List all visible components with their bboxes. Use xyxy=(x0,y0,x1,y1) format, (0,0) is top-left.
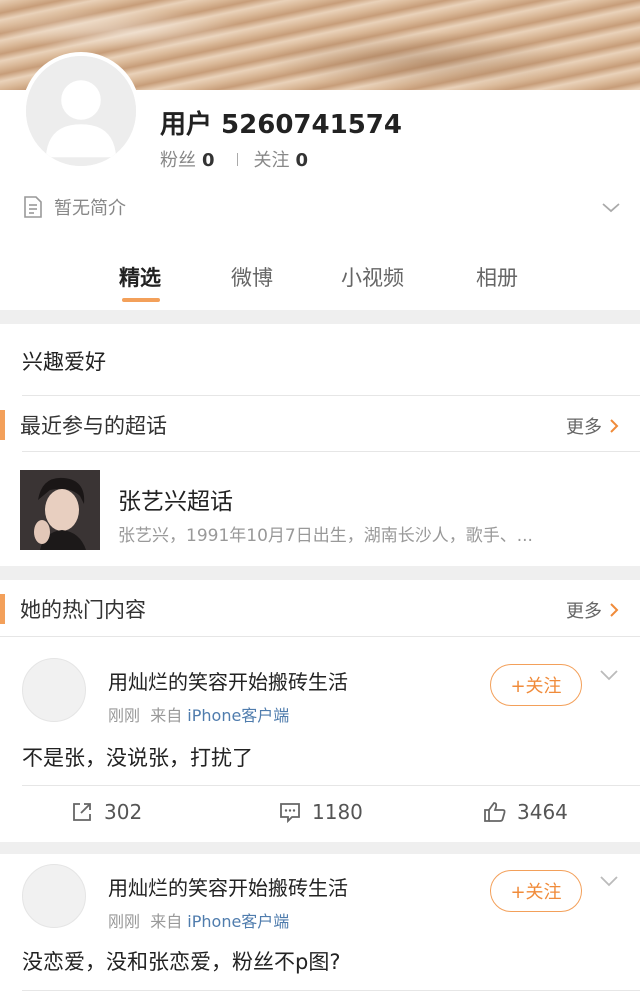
post-meta: 刚刚 来自 iPhone客户端 xyxy=(108,702,289,726)
divider-line xyxy=(22,990,640,991)
post-from-label: 来自 xyxy=(150,912,183,931)
post-meta: 刚刚 来自 iPhone客户端 xyxy=(108,908,289,932)
post-text[interactable]: 不是张，没说张，打扰了 xyxy=(22,742,253,772)
post-author-avatar[interactable] xyxy=(22,658,86,722)
divider-line xyxy=(22,451,640,452)
following-label: 关注 xyxy=(253,150,290,171)
bio-row[interactable]: 暂无简介 xyxy=(22,192,622,222)
document-icon xyxy=(24,196,42,218)
divider-line xyxy=(0,636,640,637)
more-label: 更多 xyxy=(566,601,602,622)
profile-username: 用户 5260741574 xyxy=(160,110,402,140)
interests-title: 兴趣爱好 xyxy=(22,350,106,374)
post-source[interactable]: iPhone客户端 xyxy=(187,912,289,931)
post-author-name[interactable]: 用灿烂的笑容开始搬砖生活 xyxy=(108,666,348,695)
repost-count: 302 xyxy=(104,800,143,824)
tab-weibo[interactable]: 微博 xyxy=(231,262,273,292)
chevron-down-icon[interactable] xyxy=(598,874,620,888)
super-topics-more-link[interactable]: 更多 xyxy=(566,413,620,439)
chevron-right-icon xyxy=(610,603,619,617)
profile-stats: 粉丝 0 关注 0 xyxy=(160,146,308,172)
chevron-down-icon[interactable] xyxy=(600,196,622,218)
stats-divider xyxy=(236,152,238,166)
super-topics-title: 最近参与的超话 xyxy=(20,414,167,438)
tab-short-video[interactable]: 小视频 xyxy=(341,262,404,292)
post-card: 用灿烂的笑容开始搬砖生活 刚刚 来自 iPhone客户端 +关注 没恋爱，没和张… xyxy=(0,864,640,993)
fans-link[interactable]: 粉丝 0 xyxy=(160,146,215,172)
tab-featured[interactable]: 精选 xyxy=(119,262,161,292)
comment-icon xyxy=(280,803,300,824)
section-divider xyxy=(0,842,640,854)
like-button[interactable]: 3464 xyxy=(483,800,568,824)
post-author-name[interactable]: 用灿烂的笑容开始搬砖生活 xyxy=(108,872,348,901)
repost-button[interactable]: 302 xyxy=(70,800,142,824)
hot-content-title: 她的热门内容 xyxy=(20,598,146,622)
following-count: 0 xyxy=(295,150,309,171)
topic-name[interactable]: 张艺兴超话 xyxy=(118,482,233,516)
section-accent-bar xyxy=(0,410,5,440)
tab-album[interactable]: 相册 xyxy=(476,262,518,292)
topic-portrait-image xyxy=(20,470,100,550)
post-author-avatar[interactable] xyxy=(22,864,86,928)
chevron-right-icon xyxy=(610,419,619,433)
follow-button[interactable]: +关注 xyxy=(490,870,582,912)
following-link[interactable]: 关注 0 xyxy=(254,146,309,172)
post-time: 刚刚 xyxy=(108,912,141,931)
comment-button[interactable]: 1180 xyxy=(278,800,363,824)
active-tab-indicator xyxy=(122,298,160,302)
bio-text: 暂无简介 xyxy=(54,198,126,219)
hot-content-header: 她的热门内容 更多 xyxy=(0,580,640,636)
thumbs-up-icon xyxy=(484,802,506,822)
profile-avatar[interactable] xyxy=(22,52,140,170)
post-text[interactable]: 没恋爱，没和张恋爱，粉丝不p图? xyxy=(22,946,340,976)
super-topics-header: 最近参与的超话 更多 xyxy=(0,396,640,452)
hot-content-more-link[interactable]: 更多 xyxy=(566,597,620,623)
chevron-down-icon[interactable] xyxy=(598,668,620,682)
section-divider xyxy=(0,566,640,580)
section-accent-bar xyxy=(0,594,5,624)
post-source[interactable]: iPhone客户端 xyxy=(187,706,289,725)
post-time: 刚刚 xyxy=(108,706,141,725)
default-avatar-icon xyxy=(26,56,136,166)
repost-icon xyxy=(73,803,91,821)
post-from-label: 来自 xyxy=(150,706,183,725)
follow-button[interactable]: +关注 xyxy=(490,664,582,706)
more-label: 更多 xyxy=(566,417,602,438)
section-divider xyxy=(0,310,640,324)
fans-count: 0 xyxy=(202,150,215,171)
post-actions: 302 1180 3464 xyxy=(0,786,640,840)
like-count: 3464 xyxy=(517,800,568,824)
topic-cover-image[interactable] xyxy=(20,470,100,550)
profile-tabs: 精选 微博 小视频 相册 xyxy=(0,258,640,308)
topic-description: 张艺兴，1991年10月7日出生，湖南长沙人，歌手、... xyxy=(118,526,533,546)
fans-label: 粉丝 xyxy=(160,150,196,171)
comment-count: 1180 xyxy=(312,800,363,824)
